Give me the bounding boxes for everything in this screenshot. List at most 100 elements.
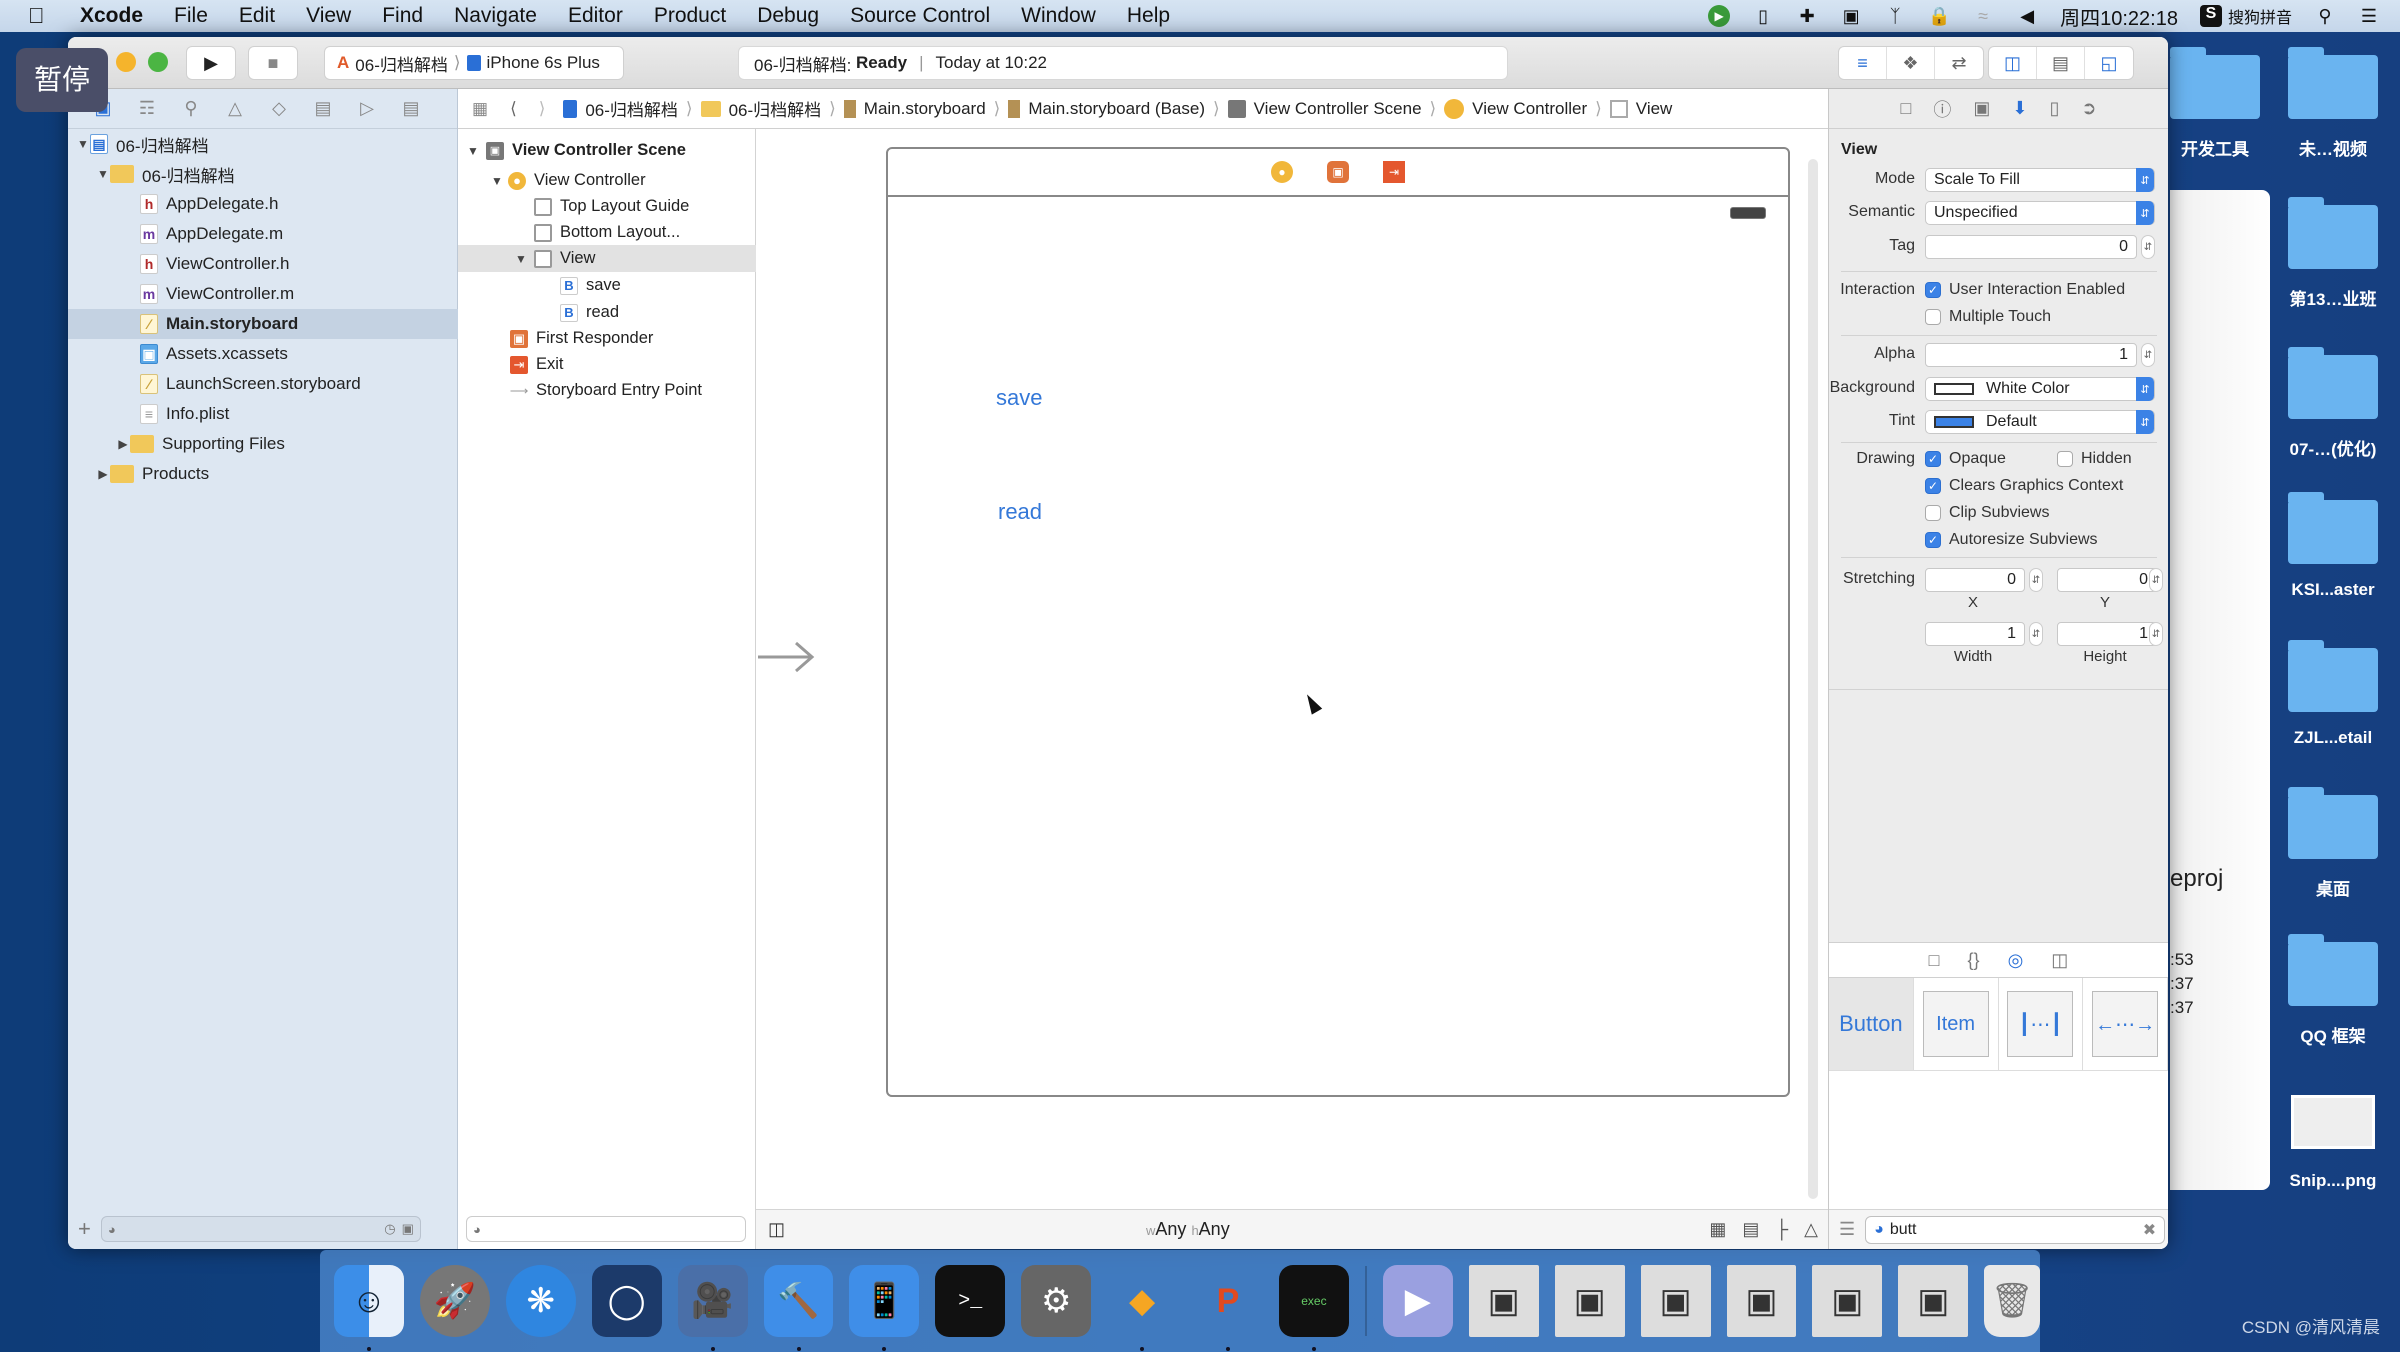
tree-file[interactable]: h AppDelegate.h [68,189,458,219]
desktop-folder[interactable]: 第13…业班 [2278,197,2388,310]
dock-minimized-window-icon[interactable]: ▣ [1640,1265,1711,1337]
background-select[interactable]: White Color ⇵ [1925,377,2155,401]
stretch-y-field[interactable]: 0 [2057,568,2157,592]
dock-mouse-app-icon[interactable]: ◯ [591,1265,662,1337]
apple-icon[interactable]:  [28,3,56,29]
jump-item[interactable]: View [1636,99,1673,119]
disclosure-open-icon[interactable]: ▼ [490,174,504,188]
desktop-folder[interactable]: 07-…(优化) [2278,347,2388,460]
stretch-height-stepper[interactable]: ⇵ [2149,622,2163,646]
wifi-icon[interactable]: ≈ [1972,5,1994,27]
debug-area-toggle-icon[interactable]: ▤ [2037,47,2085,79]
menu-navigate[interactable]: Navigate [454,4,537,28]
outline-exit[interactable]: ⇥ Exit [458,351,756,378]
dock-finder-icon[interactable]: ☺ [334,1265,404,1351]
assistant-editor-icon[interactable]: ❖ [1887,47,1935,79]
dock-console-icon[interactable]: exec [1278,1265,1349,1351]
tree-file[interactable]: ∕ LaunchScreen.storyboard [68,369,458,399]
dock-minimized-window-icon[interactable]: ▣ [1468,1265,1539,1337]
list-view-icon[interactable]: ☰ [1839,1219,1855,1240]
opaque-checkbox[interactable]: ✓ Opaque [1925,450,2006,468]
stretch-height-field[interactable]: 1 [2057,622,2157,646]
spotlight-search-icon[interactable]: ⚲ [2314,5,2336,27]
tree-group[interactable]: ▶ Products [68,459,458,489]
pause-overlay-button[interactable]: 暂停 [16,48,108,112]
clears-graphics-checkbox[interactable]: ✓ Clears Graphics Context [1925,477,2123,495]
notification-center-icon[interactable]: ☰ [2358,5,2380,27]
disclosure-closed-icon[interactable]: ▶ [96,467,110,481]
lock-icon[interactable]: 🔒 [1928,5,1950,27]
navigator-filter-field[interactable]: ◕ ◷ ▣ [100,1216,421,1242]
identity-inspector-icon[interactable]: ▣ [1973,98,1990,119]
library-item-button[interactable]: Button [1829,978,1914,1070]
outline-filter-field[interactable]: ◕ [466,1216,746,1242]
desktop-file[interactable]: Snip....png [2278,1095,2388,1191]
library-item-flexible-space[interactable]: ←⋯→ [2083,978,2168,1070]
screen-record-icon[interactable]: ▣ [1840,5,1862,27]
disclosure-closed-icon[interactable]: ▶ [116,437,130,451]
media-library-icon[interactable]: ◫ [2051,950,2068,971]
scm-filter-icon[interactable]: ▣ [402,1221,414,1237]
outline-scene[interactable]: ▼ ▣ View Controller Scene [458,137,756,164]
dock-trash-icon[interactable]: 🗑 [1984,1265,2041,1337]
view-controller-icon[interactable]: ● [1271,161,1293,183]
dock-launchpad-icon[interactable]: 🚀 [419,1265,490,1337]
dock-powerpoint-icon[interactable]: P [1193,1265,1263,1351]
dock-minimized-window-icon[interactable]: ▣ [1898,1265,1969,1337]
code-snippet-icon[interactable]: {} [1968,950,1980,971]
find-navigator-icon[interactable]: ⚲ [178,98,204,119]
menu-product[interactable]: Product [654,4,726,28]
tree-project[interactable]: ▼ ▤ 06-归档解档 [68,129,458,159]
stretch-x-field[interactable]: 0 [1925,568,2025,592]
clear-search-icon[interactable]: ✖ [2143,1220,2156,1240]
dock-media-player-icon[interactable]: ▶ [1382,1265,1453,1337]
menu-help[interactable]: Help [1127,4,1170,28]
bluetooth-icon[interactable]: ᛉ [1884,5,1906,27]
debug-navigator-icon[interactable]: ▤ [310,98,336,119]
outline-button-read[interactable]: Bread [458,299,756,326]
disclosure-open-icon[interactable]: ▼ [76,137,90,151]
disclosure-open-icon[interactable]: ▼ [96,167,110,181]
outline-view-controller[interactable]: ▼ ● View Controller [458,167,756,194]
view-controller-scene[interactable]: ● ▣ ⇥ save read [886,147,1790,1097]
jump-item[interactable]: View Controller [1472,99,1587,119]
stretch-y-stepper[interactable]: ⇵ [2149,568,2163,592]
desktop-folder[interactable]: 开发工具 [2160,47,2270,160]
mouse-icon[interactable]: ▯ [1752,5,1774,27]
tint-select[interactable]: Default ⇵ [1925,410,2155,434]
menu-debug[interactable]: Debug [757,4,819,28]
outline-view[interactable]: ▼ View [458,245,756,272]
pin-icon[interactable]: ├ [1775,1219,1788,1240]
dock-sketch-icon[interactable]: ◆ [1107,1265,1177,1351]
menu-xcode[interactable]: Xcode [80,4,143,28]
add-icon[interactable]: + [78,1216,91,1242]
issue-navigator-icon[interactable]: △ [222,98,248,119]
tag-stepper[interactable]: ⇵ [2141,235,2155,259]
tag-field[interactable]: 0 [1925,235,2137,259]
user-interaction-checkbox[interactable]: ✓ User Interaction Enabled [1925,281,2125,299]
input-method[interactable]: S 搜狗拼音 [2199,4,2292,28]
jump-item[interactable]: 06-归档解档 [729,96,822,121]
semantic-select[interactable]: Unspecified ⇵ [1925,201,2155,225]
tree-file[interactable]: m ViewController.m [68,279,458,309]
breakpoint-navigator-icon[interactable]: ▷ [354,98,380,119]
dock-minimized-window-icon[interactable]: ▣ [1726,1265,1797,1337]
back-button[interactable]: ⟨ [510,99,517,119]
tree-file[interactable]: ≡ Info.plist [68,399,458,429]
dock-safari-icon[interactable]: ❋ [505,1265,576,1337]
navigator-toggle-icon[interactable]: ◫ [1989,47,2037,79]
dock-minimized-window-icon[interactable]: ▣ [1812,1265,1883,1337]
symbol-navigator-icon[interactable]: ☶ [134,98,160,119]
tree-group[interactable]: ▶ Supporting Files [68,429,458,459]
plane-icon[interactable]: ✚ [1796,5,1818,27]
stack-icon[interactable]: ▦ [1709,1219,1726,1240]
scheme-selector[interactable]: A 06-归档解档 ⟩ iPhone 6s Plus [324,46,624,80]
recent-files-icon[interactable]: ◷ [384,1221,395,1237]
menu-file[interactable]: File [174,4,208,28]
save-button[interactable]: save [996,385,1042,411]
align-icon[interactable]: ▤ [1742,1219,1759,1240]
dock-minimized-window-icon[interactable]: ▣ [1554,1265,1625,1337]
tree-file-selected[interactable]: ∕ Main.storyboard [68,309,458,339]
outline-bottom-layout-guide[interactable]: Bottom Layout... [458,219,756,246]
read-button[interactable]: read [998,499,1042,525]
